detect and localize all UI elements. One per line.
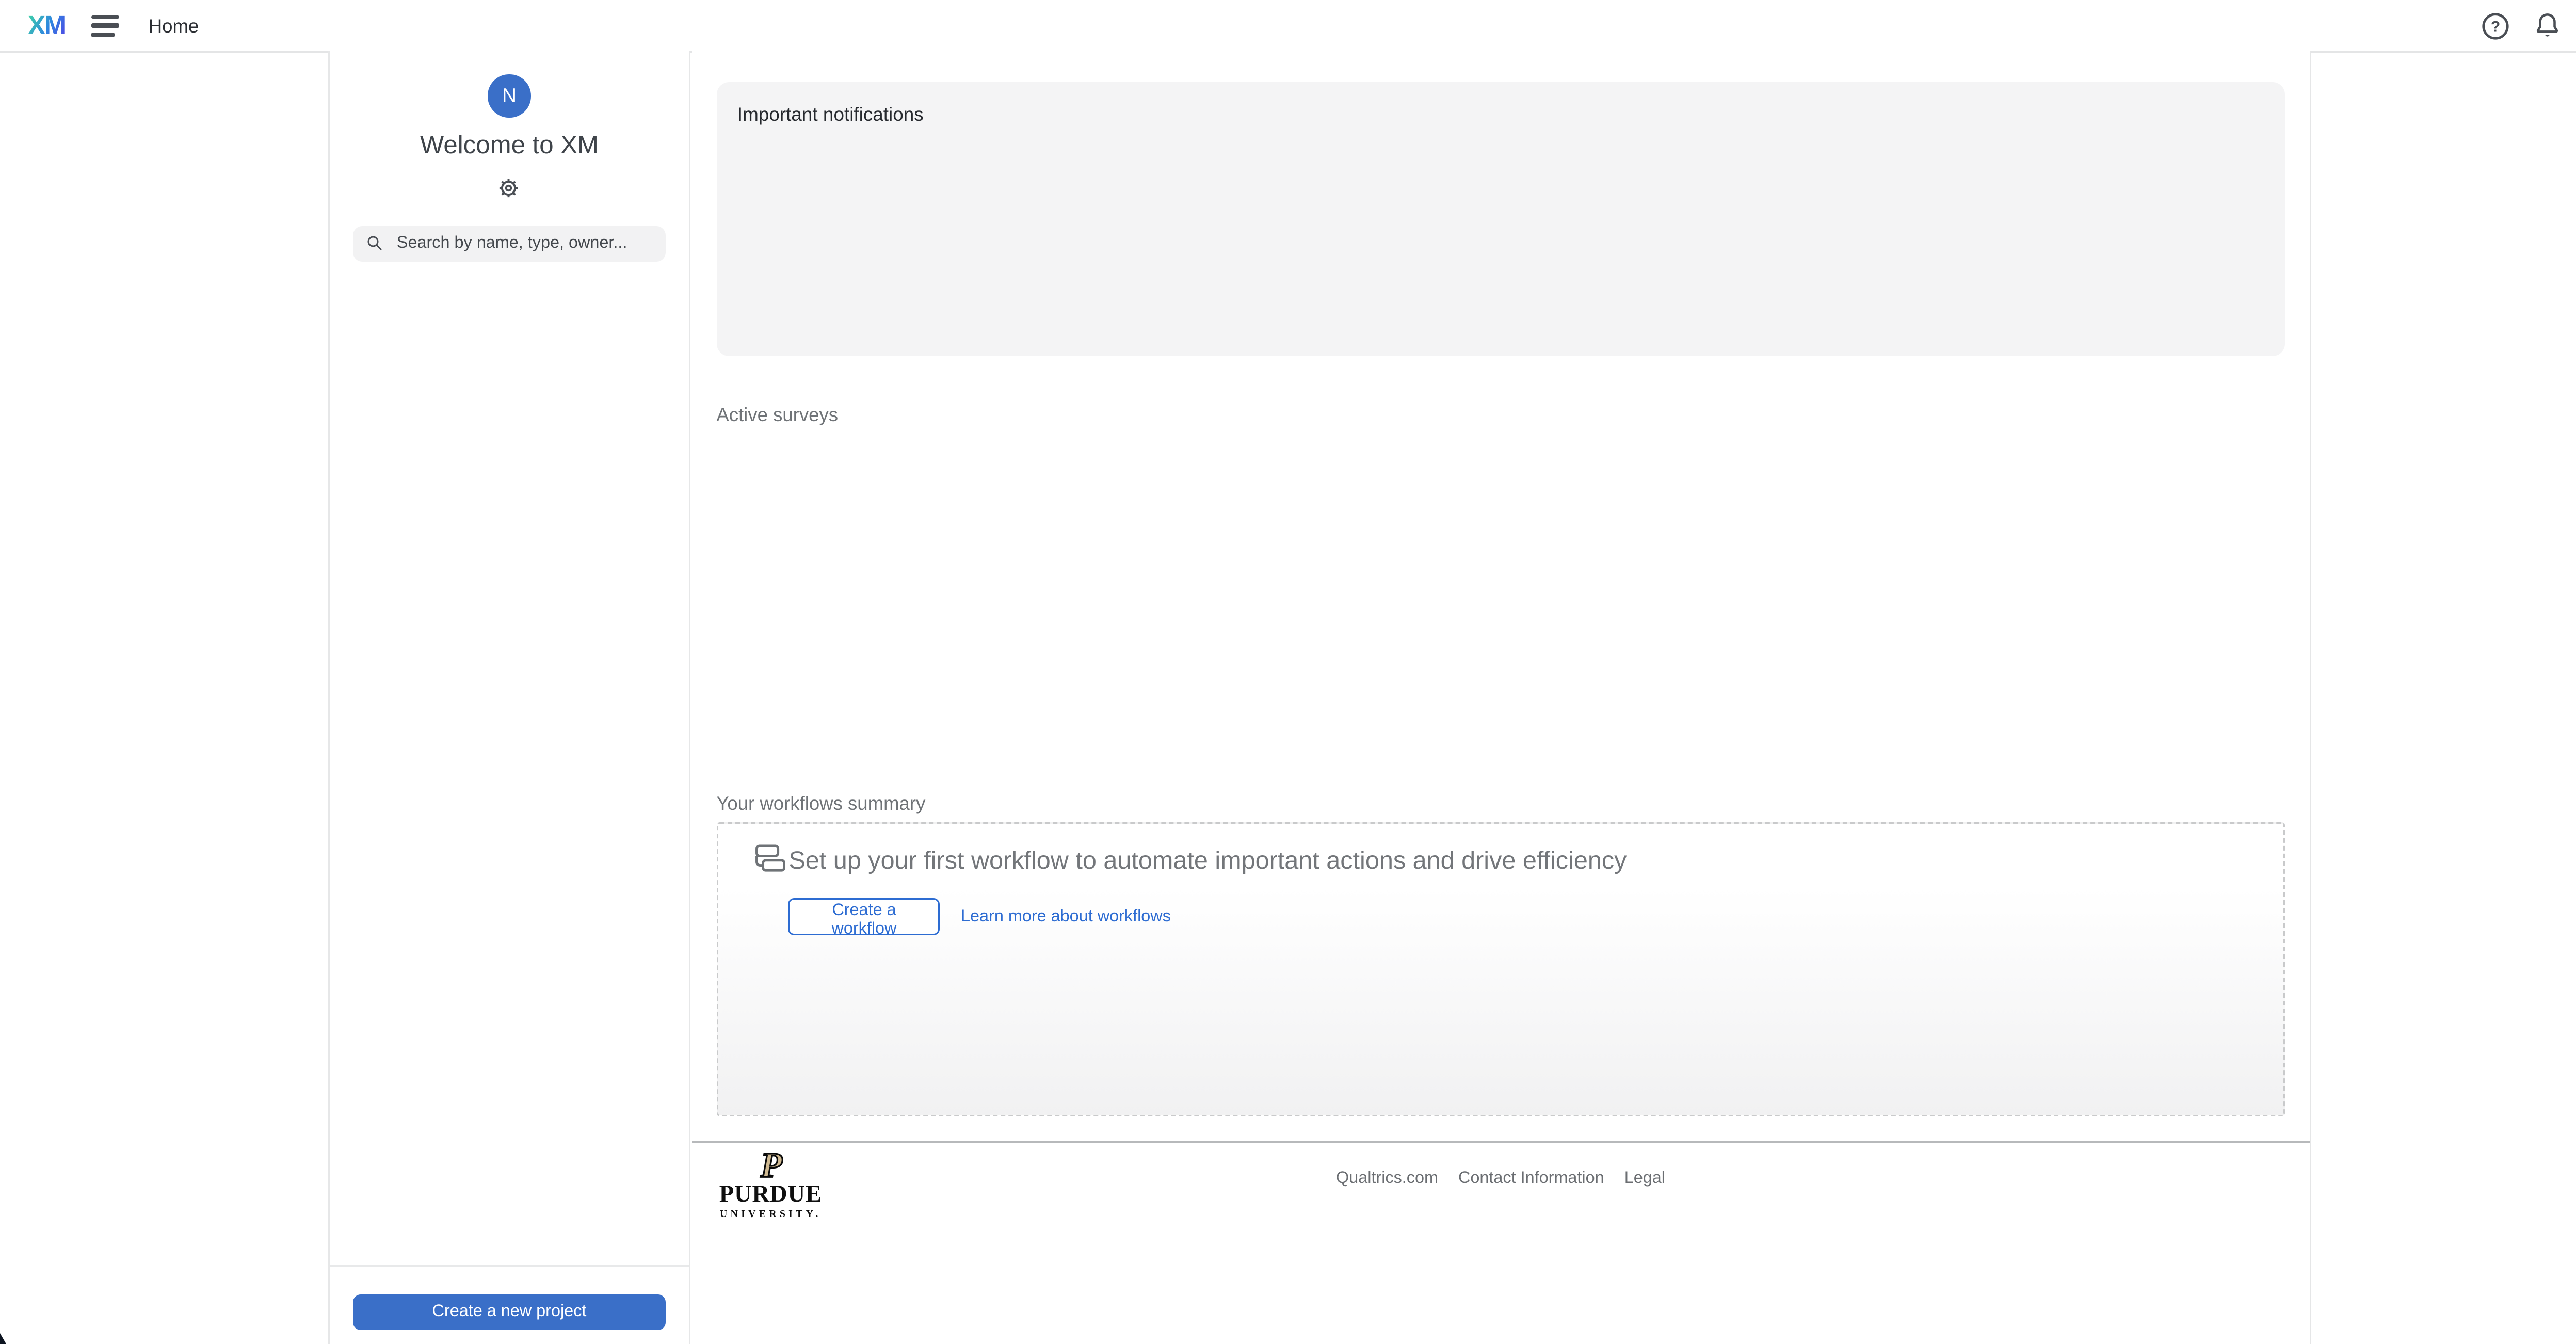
- search-icon: [366, 234, 384, 253]
- footer-link-legal[interactable]: Legal: [1624, 1169, 1665, 1187]
- workflow-icon: [752, 842, 784, 873]
- search-input[interactable]: [394, 233, 653, 254]
- create-workflow-button[interactable]: Create a workflow: [788, 899, 939, 935]
- workflow-empty-state: Set up your first workflow to automate i…: [716, 822, 2285, 1116]
- question-circle-icon: ?: [2480, 10, 2511, 41]
- sidebar-divider: [330, 1266, 688, 1267]
- workflow-headline: Set up your first workflow to automate i…: [788, 847, 1627, 876]
- active-surveys-label: Active surveys: [716, 404, 838, 425]
- main-content: Important notifications Active surveys Y…: [691, 51, 2311, 1344]
- create-new-project-button[interactable]: Create a new project: [353, 1294, 665, 1330]
- settings-button[interactable]: [497, 176, 522, 201]
- topbar-actions: ?: [2480, 10, 2562, 41]
- top-bar: XM Home ?: [0, 0, 2576, 53]
- page-title: Home: [149, 15, 199, 37]
- notifications-button[interactable]: [2531, 10, 2562, 41]
- svg-text:?: ?: [2491, 18, 2500, 35]
- xm-logo[interactable]: XM: [28, 12, 65, 39]
- footer-link-qualtrics[interactable]: Qualtrics.com: [1336, 1169, 1438, 1187]
- sidebar: N Welcome to XM Create a new projec: [329, 51, 690, 1344]
- welcome-heading: Welcome to XM: [330, 131, 688, 161]
- app-root: XM Home ? N Welcome to XM: [0, 0, 2576, 1344]
- gear-icon: [497, 177, 521, 200]
- important-notifications-panel: Important notifications: [716, 82, 2285, 357]
- avatar[interactable]: N: [488, 74, 531, 117]
- hamburger-menu-icon[interactable]: [91, 15, 119, 37]
- help-button[interactable]: ?: [2480, 10, 2511, 41]
- purdue-university-text: UNIVERSITY.: [720, 1209, 822, 1220]
- bell-icon: [2532, 11, 2562, 40]
- footer-link-contact[interactable]: Contact Information: [1458, 1169, 1604, 1187]
- notifications-title: Important notifications: [737, 104, 2264, 125]
- learn-more-workflows-link[interactable]: Learn more about workflows: [961, 908, 1171, 926]
- footer-links: Qualtrics.com Contact Information Legal: [691, 1169, 2310, 1187]
- footer-divider: [691, 1141, 2310, 1142]
- cursor-artifact: [0, 1333, 6, 1344]
- workflows-summary-label: Your workflows summary: [716, 792, 925, 814]
- project-search[interactable]: [353, 226, 665, 262]
